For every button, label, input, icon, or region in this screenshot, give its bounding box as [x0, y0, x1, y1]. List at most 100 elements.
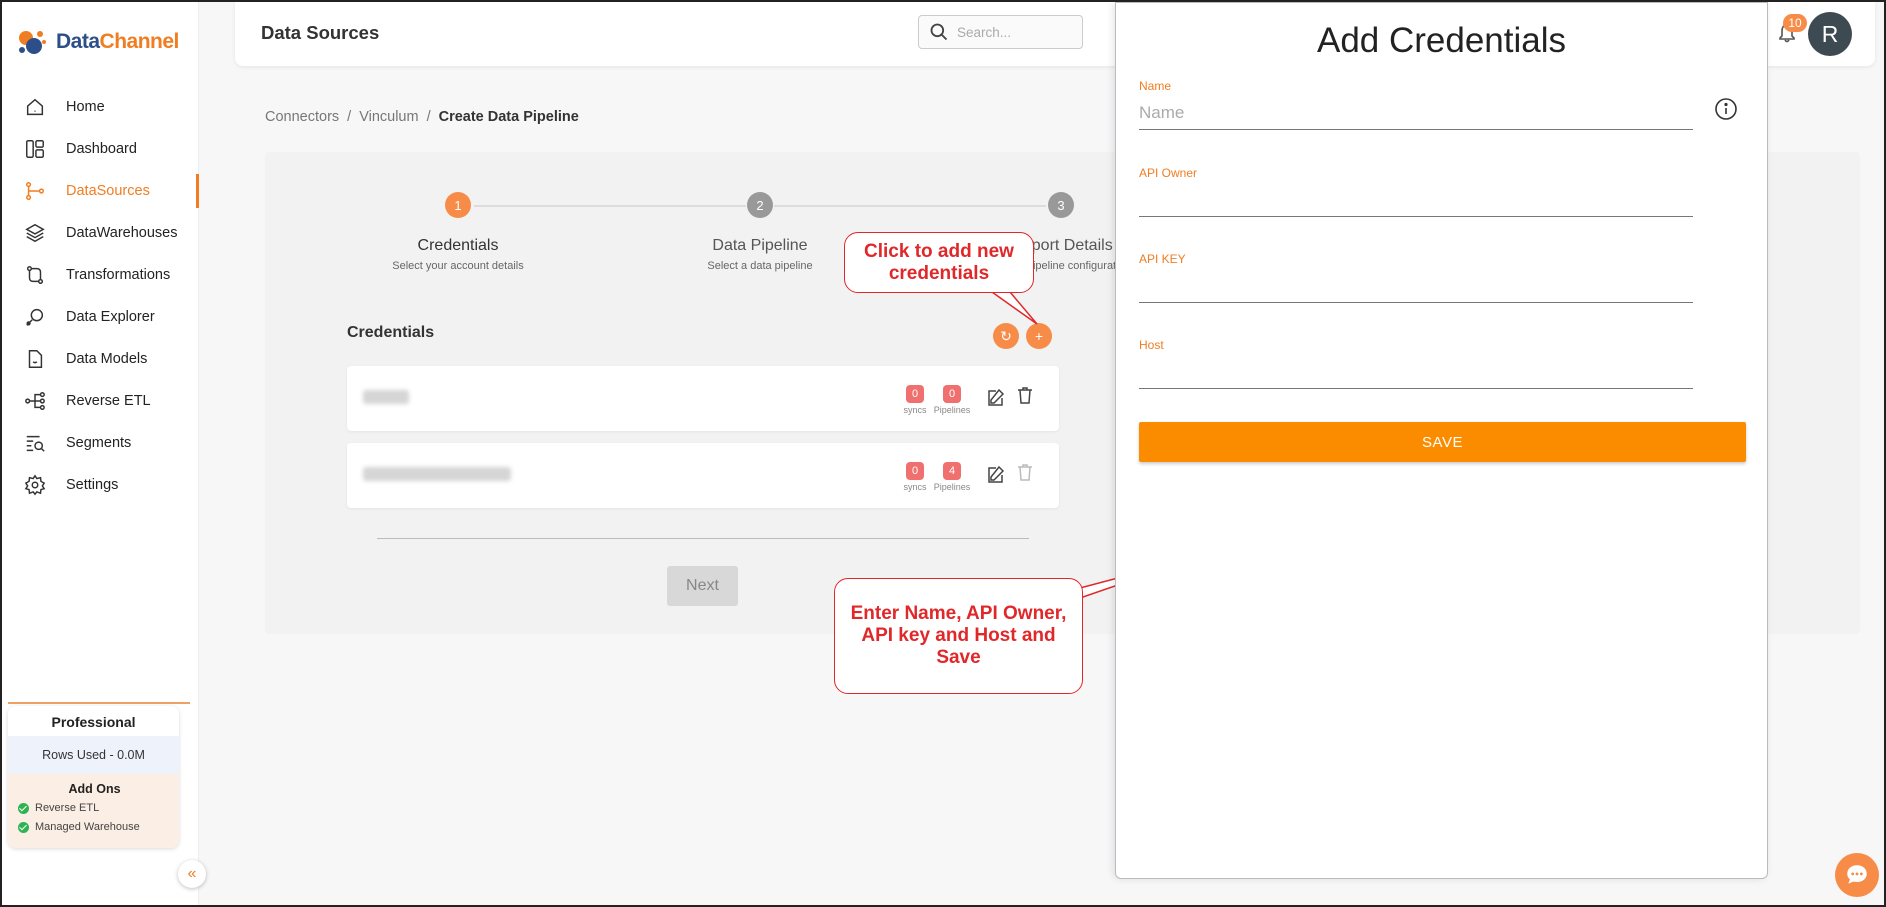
sidebar-item-label: Segments [66, 435, 132, 451]
addons-title: Add Ons [68, 782, 121, 796]
step-2-circle[interactable]: 2 [747, 192, 773, 218]
host-field: Host [1139, 338, 1693, 389]
refresh-icon: ↻ [1000, 327, 1012, 344]
sidebar-item-transformations[interactable]: Transformations [2, 254, 199, 296]
sidebar-item-home[interactable]: Home [2, 86, 199, 128]
reverse-etl-icon [24, 390, 46, 412]
drawer-title: Add Credentials [1316, 21, 1567, 60]
breadcrumb-separator: / [426, 109, 431, 125]
avatar[interactable]: R [1808, 12, 1852, 56]
plan-card: Professional Rows Used - 0.0M Add Ons Re… [8, 706, 179, 848]
sidebar-item-label: Reverse ETL [66, 393, 151, 409]
sidebar-item-label: DataSources [66, 183, 150, 199]
save-button[interactable]: SAVE [1139, 422, 1746, 462]
addon-item: Reverse ETL [18, 802, 171, 814]
explorer-icon [24, 306, 46, 328]
app-frame: DataChannel Home Dashboard DataSources D… [0, 0, 1886, 907]
add-credentials-drawer: Add Credentials Name API Owner API KEY H… [1115, 2, 1768, 879]
pipelines-stat: 0 Pipelines [932, 384, 972, 415]
name-label: Name [1139, 79, 1172, 93]
sidebar: DataChannel Home Dashboard DataSources D… [2, 2, 199, 905]
api-owner-label: API Owner [1139, 166, 1198, 180]
step-2-title: Data Pipeline [712, 237, 808, 254]
api-key-field: API KEY [1139, 252, 1693, 303]
sidebar-item-label: Data Explorer [66, 309, 155, 325]
step-1-circle[interactable]: 1 [445, 192, 471, 218]
credential-name-redacted [363, 390, 409, 404]
step-connector [774, 205, 1046, 207]
api-owner-field: API Owner [1139, 166, 1693, 217]
step-1-title: Credentials [417, 237, 499, 254]
breadcrumb-separator: / [347, 109, 352, 125]
api-key-label: API KEY [1139, 252, 1186, 266]
credentials-title: Credentials [347, 324, 435, 341]
edit-icon[interactable] [985, 465, 1005, 485]
sidebar-item-data-models[interactable]: Data Models [2, 338, 199, 380]
gear-icon [24, 474, 46, 496]
page-title: Data Sources [261, 22, 380, 43]
collapse-sidebar-button[interactable]: « [178, 860, 206, 888]
trash-icon [1018, 464, 1032, 481]
api-key-input[interactable] [1139, 266, 1693, 303]
credential-row[interactable]: 0 syncs 4 Pipelines [347, 443, 1059, 508]
credential-name-redacted [363, 467, 511, 481]
models-icon [24, 348, 46, 370]
name-field: Name [1139, 79, 1693, 130]
syncs-stat: 0 syncs [895, 384, 935, 415]
info-icon[interactable] [1714, 97, 1738, 121]
step-3-circle[interactable]: 3 [1048, 192, 1074, 218]
sidebar-item-segments[interactable]: Segments [2, 422, 199, 464]
logo[interactable]: DataChannel [14, 24, 179, 60]
search-input[interactable] [957, 24, 1067, 40]
transform-icon [24, 264, 46, 286]
add-credential-button[interactable]: + [1026, 323, 1052, 349]
check-circle-icon [18, 821, 29, 833]
home-icon [24, 96, 46, 118]
sidebar-item-datawarehouses[interactable]: DataWarehouses [2, 212, 199, 254]
chat-bubble-icon [1847, 865, 1867, 884]
step-1-subtitle: Select your account details [392, 260, 524, 272]
plan-panel: Professional Rows Used - 0.0M Add Ons Re… [8, 702, 190, 848]
sidebar-item-label: DataWarehouses [66, 225, 178, 241]
sidebar-item-label: Home [66, 99, 105, 115]
pipelines-stat: 4 Pipelines [932, 461, 972, 492]
sidebar-item-label: Dashboard [66, 141, 137, 157]
plan-divider [8, 702, 190, 704]
segments-icon [24, 432, 46, 454]
sidebar-item-datasources[interactable]: DataSources [2, 170, 199, 212]
sidebar-item-label: Transformations [66, 267, 171, 283]
sidebar-item-reverse-etl[interactable]: Reverse ETL [2, 380, 199, 422]
next-button[interactable]: Next [667, 566, 738, 606]
layers-icon [24, 222, 46, 244]
trash-icon[interactable] [1015, 385, 1035, 405]
step-2-subtitle: Select a data pipeline [707, 260, 813, 272]
refresh-button[interactable]: ↻ [993, 323, 1019, 349]
api-owner-input[interactable] [1139, 180, 1693, 217]
name-input[interactable] [1139, 93, 1693, 130]
sidebar-item-dashboard[interactable]: Dashboard [2, 128, 199, 170]
host-label: Host [1139, 338, 1164, 352]
rows-used: Rows Used - 0.0M [8, 736, 179, 774]
sidebar-item-label: Settings [66, 477, 119, 493]
host-input[interactable] [1139, 352, 1693, 389]
search-box[interactable] [918, 15, 1083, 49]
syncs-stat: 0 syncs [895, 461, 935, 492]
sidebar-nav: Home Dashboard DataSources DataWarehouse… [2, 86, 199, 506]
double-chevron-left-icon: « [187, 865, 197, 882]
breadcrumb-item-vinculum[interactable]: Vinculum [359, 109, 418, 125]
addon-item: Managed Warehouse [18, 821, 171, 833]
logo-icon [14, 24, 50, 60]
sidebar-item-label: Data Models [66, 351, 148, 367]
breadcrumb: Connectors / Vinculum / Create Data Pipe… [265, 109, 579, 125]
sidebar-item-data-explorer[interactable]: Data Explorer [2, 296, 199, 338]
credential-row[interactable]: 0 syncs 0 Pipelines [347, 366, 1059, 431]
plus-icon: + [1034, 328, 1044, 344]
notification-badge: 10 [1783, 14, 1807, 32]
chat-widget-button[interactable] [1835, 853, 1879, 897]
edit-icon[interactable] [985, 388, 1005, 408]
step-connector [474, 205, 746, 207]
list-divider [377, 538, 1029, 539]
sidebar-item-settings[interactable]: Settings [2, 464, 199, 506]
callout-add-new: Click to add new credentials [844, 232, 1034, 293]
breadcrumb-item-connectors[interactable]: Connectors [265, 109, 339, 125]
